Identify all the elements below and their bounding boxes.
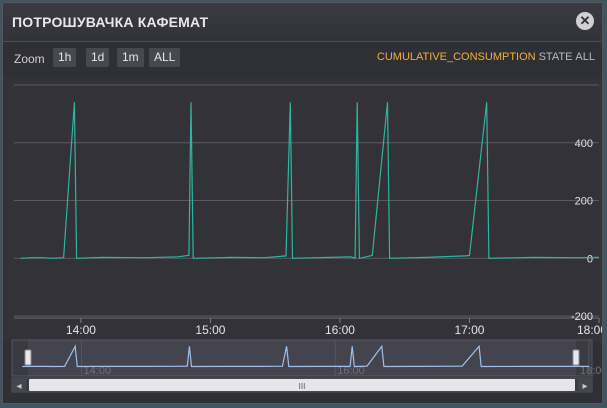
x-tick-label: 18:00 [577,323,602,337]
chart-window: ПОТРОШУВАЧКА КАФЕМАТ ✕ Zoom 1h 1d 1m ALL… [2,2,603,404]
scroll-left-arrow-icon[interactable]: ◂ [16,381,21,392]
x-tick-label: 15:00 [195,323,225,337]
x-tick-label: 16:00 [325,323,355,337]
y-tick-label: 400 [575,138,593,150]
navigator-handle-left[interactable] [24,349,32,366]
y-tick-label: 0 [587,253,593,265]
y-tick-label: -200 [571,311,593,323]
x-tick-label: 17:00 [454,323,484,337]
x-tick-label: 14:00 [66,323,96,337]
chart-svg: 4002000-20014:0015:0016:0017:0018:0014:0… [11,84,602,393]
scrollbar-grip-icon: III [299,382,306,391]
y-tick-label: 200 [575,196,593,208]
scroll-right-arrow-icon[interactable]: ▸ [582,381,587,392]
series-line-cumulative-consumption [20,102,600,260]
navigator-handle-right[interactable] [572,349,580,366]
